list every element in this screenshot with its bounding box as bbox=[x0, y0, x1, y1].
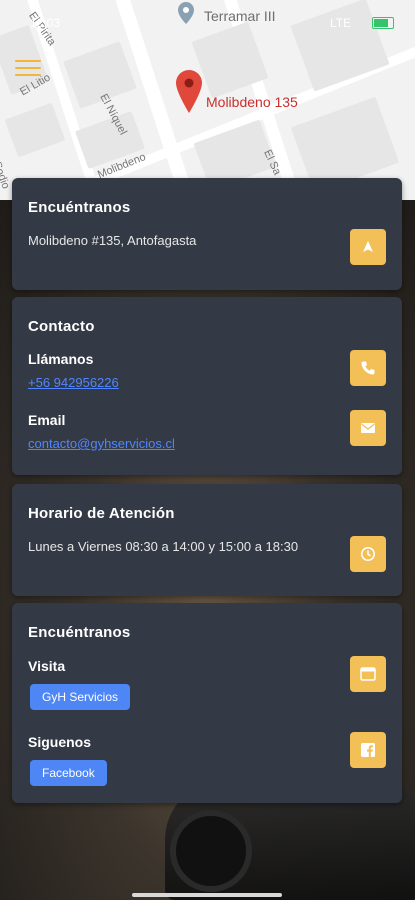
call-label: Llámanos bbox=[28, 351, 94, 367]
card-title: Encuéntranos bbox=[28, 199, 131, 216]
email-label: Email bbox=[28, 412, 66, 428]
card-title: Encuéntranos bbox=[28, 624, 131, 641]
phone-link[interactable]: +56 942956226 bbox=[28, 375, 119, 390]
facebook-link-button[interactable] bbox=[350, 732, 386, 768]
follow-label: Siguenos bbox=[28, 734, 92, 750]
home-indicator[interactable] bbox=[132, 893, 282, 897]
phone-icon bbox=[361, 361, 375, 375]
hours-card: Horario de Atención Lunes a Viernes 08:3… bbox=[12, 484, 402, 596]
poi-pin-icon bbox=[178, 2, 194, 24]
battery-icon bbox=[372, 17, 394, 29]
pin-label: Molibdeno 135 bbox=[206, 94, 298, 110]
visit-label: Visita bbox=[28, 658, 66, 674]
hours-button[interactable] bbox=[350, 536, 386, 572]
hours-text: Lunes a Viernes 08:30 a 14:00 y 15:00 a … bbox=[28, 539, 299, 554]
website-button[interactable] bbox=[350, 656, 386, 692]
poi-label: Terramar III bbox=[204, 8, 276, 24]
card-title: Contacto bbox=[28, 318, 95, 335]
facebook-icon bbox=[361, 743, 375, 757]
location-card: Encuéntranos Molibdeno #135, Antofagasta bbox=[12, 178, 402, 290]
status-signal: LTE bbox=[330, 16, 352, 30]
links-card: Encuéntranos Visita GyH Servicios Siguen… bbox=[12, 603, 402, 803]
navigation-arrow-icon bbox=[363, 241, 373, 252]
facebook-button[interactable]: Facebook bbox=[30, 760, 107, 786]
email-link[interactable]: contacto@gyhservicios.cl bbox=[28, 436, 175, 451]
hamburger-menu-icon[interactable] bbox=[15, 60, 41, 78]
visit-website-button[interactable]: GyH Servicios bbox=[30, 684, 131, 710]
envelope-icon bbox=[361, 423, 375, 433]
map-view[interactable]: El Pirita El Litio El Níquel Molibdeno S… bbox=[0, 0, 415, 200]
email-button[interactable] bbox=[350, 410, 386, 446]
location-pin-icon[interactable] bbox=[176, 70, 202, 120]
clock-icon bbox=[361, 547, 375, 561]
call-button[interactable] bbox=[350, 350, 386, 386]
contact-card: Contacto Llámanos +56 942956226 Email co… bbox=[12, 297, 402, 475]
navigate-button[interactable] bbox=[350, 229, 386, 265]
browser-window-icon bbox=[360, 667, 376, 681]
address-text: Molibdeno #135, Antofagasta bbox=[28, 233, 197, 248]
card-title: Horario de Atención bbox=[28, 505, 175, 522]
street-label: Sodio bbox=[0, 160, 12, 191]
status-time: 12:03 bbox=[30, 16, 61, 30]
